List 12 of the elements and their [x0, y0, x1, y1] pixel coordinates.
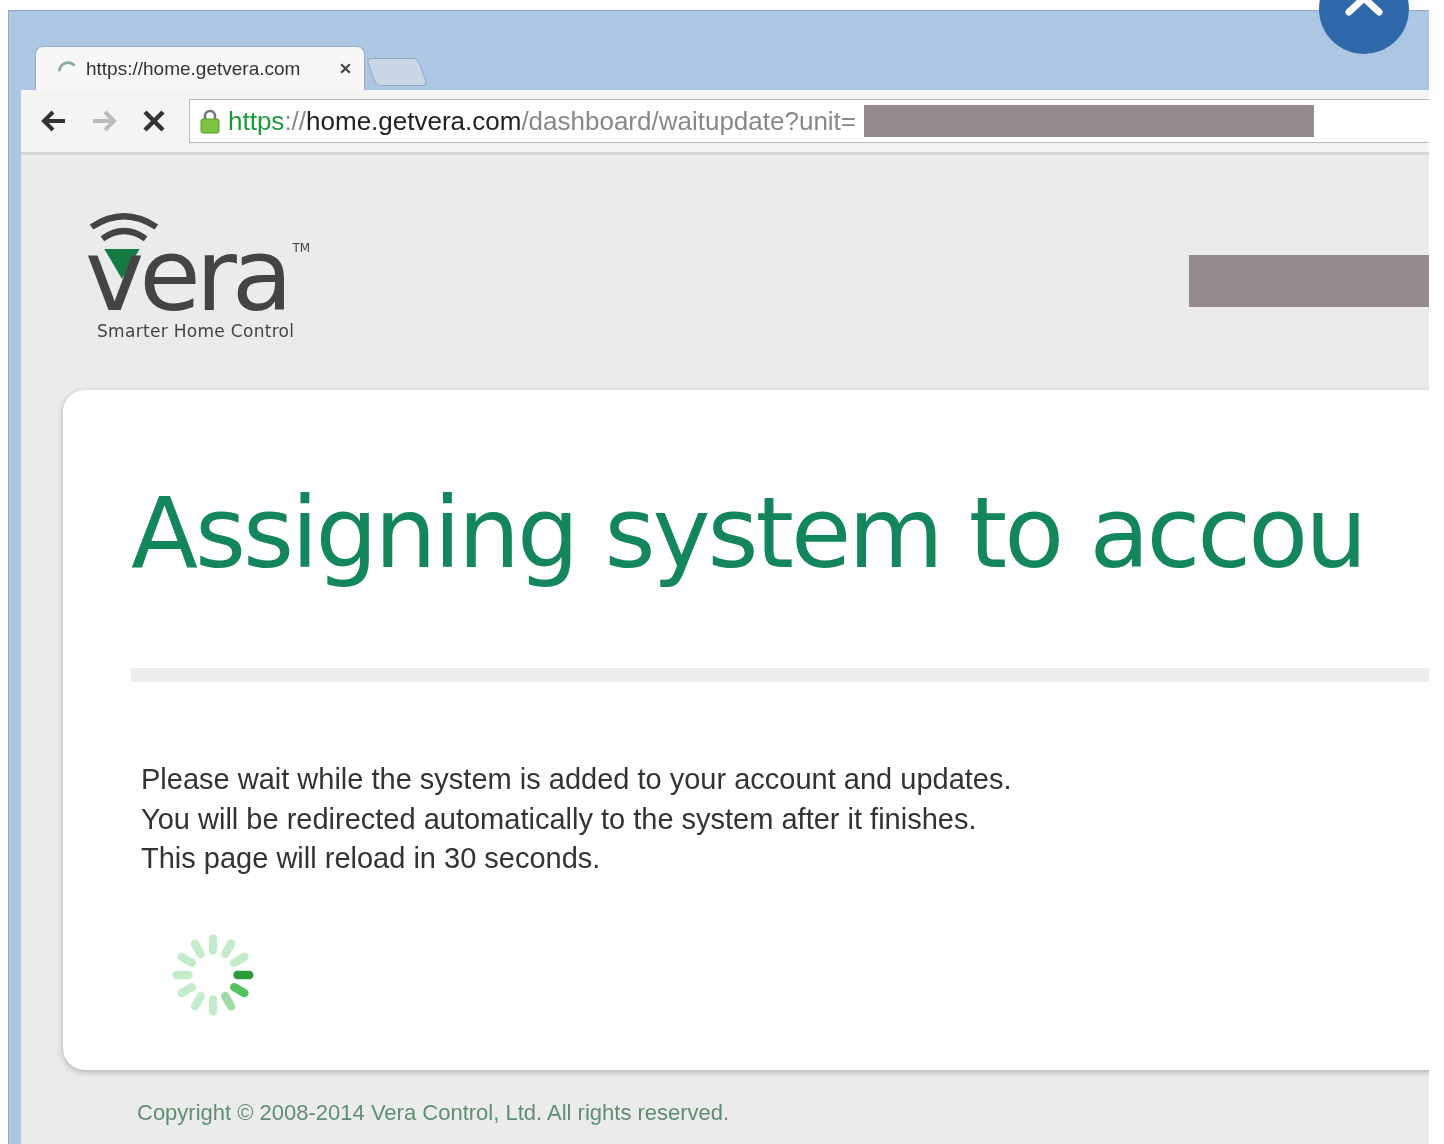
tab-title: https://home.getvera.com [86, 57, 302, 80]
lock-icon [200, 108, 220, 134]
page-heading: Assigning system to accou [131, 475, 1366, 592]
message-text: You will be redirected automatically to the system after it finishes. [141, 801, 978, 837]
trademark-mark: TM [292, 241, 311, 255]
close-icon[interactable] [339, 62, 352, 75]
browser-tab[interactable]: https://home.getvera.com [35, 46, 365, 90]
address-field[interactable]: https://home.getvera.com/dashboard/waitupdate?unit= [189, 99, 1429, 143]
logo-tagline: Smarter Home Control [97, 321, 295, 341]
message-text: Please wait while the system is added to your account and updates. [141, 762, 1013, 797]
message-text: This page will reload in 30 seconds. [141, 841, 602, 876]
copyright-text: Copyright © 2008-2014 Vera Control, Ltd. All rights reserved. [137, 1100, 731, 1126]
